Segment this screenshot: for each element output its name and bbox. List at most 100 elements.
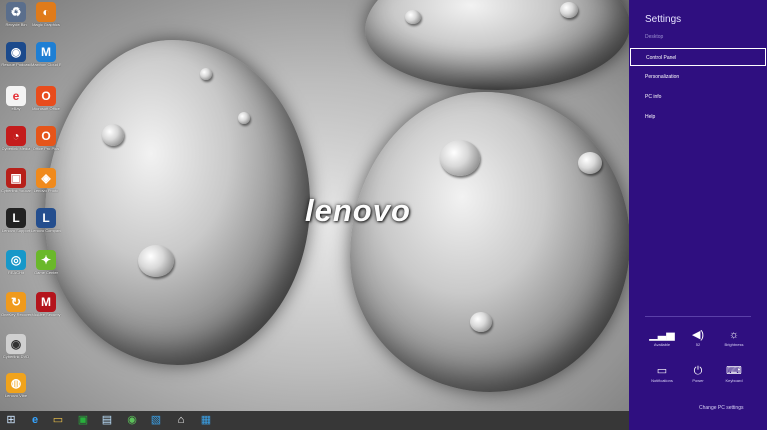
desktop-icon-cyberlink[interactable]: ◔ Cyberlink Media (1, 126, 31, 164)
window-icon[interactable]: ▦ (198, 413, 214, 428)
charm-subtitle: Desktop (645, 34, 664, 40)
desktop-icon-lenovo-app[interactable]: L Lenovo Support (1, 208, 31, 246)
keyboard-label: Keyboard (725, 378, 743, 383)
desktop-icon-rescue-podcast[interactable]: ◉ Rescue Podcast (1, 42, 31, 80)
volume-tile[interactable]: ◀) 52 (680, 328, 716, 358)
desktop-icon-vibe[interactable]: ◍ Lenovo Vibe (1, 373, 31, 411)
charm-divider (645, 316, 751, 317)
water-drop (138, 245, 174, 277)
menu-help[interactable]: Help (629, 108, 767, 126)
desktop-icon-reach-it[interactable]: ◎ REACHit (1, 250, 31, 288)
internet-explorer-icon[interactable]: e (27, 413, 43, 428)
icon-label: Lenovo Support (1, 228, 31, 233)
lenovo-logo: lenovo (305, 193, 411, 228)
water-drop (470, 312, 492, 332)
taskbar: ⊞ e ▭ ▣ ▤ ◉ ▧ ⌂ ▦ (0, 411, 629, 430)
water-drop (560, 2, 578, 18)
power-icon: ⏻ (693, 365, 703, 377)
icon-label: Cyberlink Youcam (1, 188, 31, 193)
brightness-icon: ☼ (728, 329, 740, 341)
settings-charm: Settings Desktop Control Panel Personali… (629, 0, 767, 430)
brightness-label: Brightness (724, 342, 744, 347)
lenovo-icon: L (6, 208, 26, 228)
office-icon: O (36, 86, 56, 106)
water-drop (238, 112, 250, 124)
icon-label: Magic Graphics (32, 22, 60, 27)
monitor-icon[interactable]: ▤ (99, 413, 115, 428)
icon-label: Office Pro Plus (32, 146, 60, 151)
icon-label: Microsoft Office (32, 106, 60, 111)
notifications-label: Notifications (651, 378, 673, 383)
desktop-icon-camera[interactable]: ▣ Cyberlink Youcam (1, 168, 31, 206)
power-tile[interactable]: ⏻ Power (680, 364, 716, 394)
icon-label: Lenovo Photo (33, 188, 59, 193)
keyboard-icon: ⌨ (726, 365, 742, 377)
lenovo-icon: L (36, 208, 56, 228)
keyboard-tile[interactable]: ⌨ Keyboard (716, 364, 752, 394)
home-icon[interactable]: ⌂ (173, 413, 189, 428)
recovery-icon: ↻ (6, 292, 26, 312)
menu-control-panel[interactable]: Control Panel (630, 48, 766, 66)
icon-label: Cyberlink Media (1, 146, 31, 151)
maxthon-icon: M (36, 42, 56, 62)
desktop-icon-office[interactable]: O Microsoft Office (31, 86, 61, 124)
volume-label: 52 (695, 342, 701, 347)
reach-it-icon: ◎ (6, 250, 26, 270)
network-tile[interactable]: ▁▃▅ Available (644, 328, 680, 358)
water-drop (102, 124, 124, 146)
app-icon[interactable]: ▧ (148, 413, 164, 428)
icon-label: Rescue Podcast (1, 62, 31, 67)
icon-label: Maxthon Cloud Bro (31, 62, 61, 67)
icon-label: Lenovo Companion (31, 228, 61, 233)
office-icon: O (36, 126, 56, 146)
icon-label: Game Center (33, 270, 58, 275)
desktop-icon-mcafee[interactable]: M McAfee Security (31, 292, 61, 330)
desktop-icon-game[interactable]: ✦ Game Center (31, 250, 61, 288)
stone-right (350, 92, 629, 392)
desktop-icon-dvd[interactable]: ◉ Cyberlink DVD (1, 334, 31, 372)
icon-label: Lenovo Vibe (4, 393, 28, 398)
power-label: Power (692, 378, 704, 383)
charm-title: Settings (645, 14, 682, 25)
store-icon[interactable]: ▣ (75, 413, 91, 428)
icon-label: Cyberlink DVD (2, 354, 30, 359)
camera-icon: ▣ (6, 168, 26, 188)
magic-graphics-icon: ◐ (36, 2, 56, 22)
icon-label: OneKey Recovery (1, 312, 31, 317)
desktop-icon-office-2[interactable]: O Office Pro Plus (31, 126, 61, 164)
desktop-icon-maxthon[interactable]: MMaxthon Cloud Bro (31, 42, 61, 80)
media-icon[interactable]: ◉ (124, 413, 140, 428)
water-drop (578, 152, 602, 174)
windows-start-icon[interactable]: ⊞ (3, 413, 19, 428)
podcast-icon: ◉ (6, 42, 26, 62)
icon-label: eBay (11, 106, 21, 111)
recycle-bin-icon: ♻ (6, 2, 26, 22)
speaker-icon: ◀) (691, 329, 705, 341)
desktop-icon-onekey[interactable]: ↻ OneKey Recovery (1, 292, 31, 330)
notifications-tile[interactable]: ▭ Notifications (644, 364, 680, 394)
ebay-icon: e (6, 86, 26, 106)
file-explorer-icon[interactable]: ▭ (50, 413, 66, 428)
water-drop (405, 10, 421, 24)
dvd-icon: ◉ (6, 334, 26, 354)
icon-label: Recycle Bin (5, 22, 27, 27)
desktop-icon-ebay[interactable]: e eBay (1, 86, 31, 124)
desktop-icon-photo-app[interactable]: ◈ Lenovo Photo (31, 168, 61, 206)
vibe-icon: ◍ (6, 373, 26, 393)
notifications-icon: ▭ (656, 365, 668, 377)
cyberlink-icon: ◔ (6, 126, 26, 146)
desktop-icon-magic-graphics[interactable]: ◐ Magic Graphics (31, 2, 61, 40)
desktop-icon-recycle-bin[interactable]: ♻ Recycle Bin (1, 2, 31, 40)
icon-label: McAfee Security (31, 312, 61, 317)
desktop-wallpaper: lenovo (0, 0, 629, 411)
photo-icon: ◈ (36, 168, 56, 188)
network-label: Available (653, 342, 671, 347)
menu-personalization[interactable]: Personalization (629, 68, 767, 86)
water-drop (200, 68, 212, 80)
menu-pc-info[interactable]: PC info (629, 88, 767, 106)
desktop-icon-lenovo-app-2[interactable]: LLenovo Companion (31, 208, 61, 246)
brightness-tile[interactable]: ☼ Brightness (716, 328, 752, 358)
mcafee-icon: M (36, 292, 56, 312)
change-pc-settings-link[interactable]: Change PC settings (699, 405, 743, 411)
network-icon: ▁▃▅ (649, 329, 675, 341)
